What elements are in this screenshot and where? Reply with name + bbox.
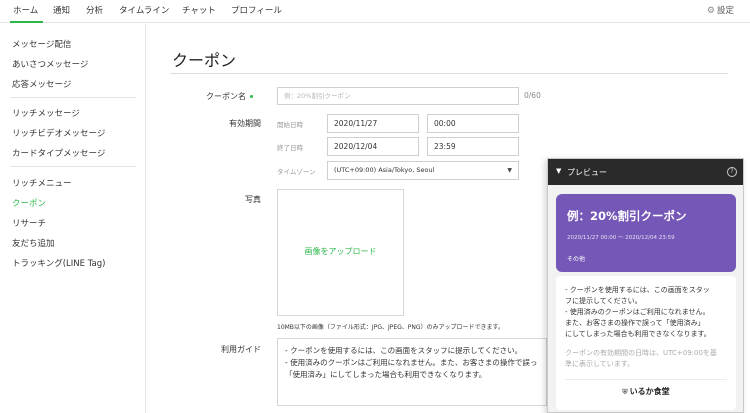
sidebar-item-rich-menu[interactable]: リッチメニュー bbox=[12, 177, 72, 189]
coupon-name-counter: 0/60 bbox=[524, 91, 541, 100]
sidebar-item-rich-video-message[interactable]: リッチビデオメッセージ bbox=[12, 127, 105, 139]
upload-note: 10MB以下の画像（ファイル形式：JPG、JPEG、PNG）のみアップロードでき… bbox=[277, 324, 504, 331]
guide-line: 「使用済み」にしてしまった場合も利用できなくなります。 bbox=[285, 370, 487, 379]
coupon-preview-title: 例：20%割引クーポン bbox=[567, 209, 687, 223]
preview-header[interactable]: ▼ プレビュー ? bbox=[548, 159, 743, 185]
period-label: 有効期間 bbox=[229, 119, 261, 128]
settings-button[interactable]: ⚙ 設定 bbox=[707, 0, 734, 23]
sidebar-divider bbox=[10, 97, 136, 98]
detail-line: また、お客さまの操作で誤って「使用済み」 bbox=[565, 319, 705, 327]
detail-divider bbox=[565, 379, 727, 380]
upload-image-link[interactable]: 画像をアップロード bbox=[278, 246, 403, 257]
coupon-preview-dates: 2020/11/27 00:00 ～ 2020/12/04 23:59 bbox=[567, 235, 675, 241]
sidebar-item-rich-message[interactable]: リッチメッセージ bbox=[12, 107, 80, 119]
coupon-preview-category: その他 bbox=[567, 256, 586, 263]
tab-profile[interactable]: プロフィール bbox=[231, 0, 282, 23]
shield-icon: ⛨ bbox=[622, 388, 628, 396]
shop-name: ⛨ いるか食堂 bbox=[556, 386, 736, 397]
end-time-input[interactable]: 23:59 bbox=[427, 137, 519, 156]
caret-down-icon[interactable]: ▼ bbox=[556, 167, 561, 175]
tab-chat[interactable]: チャット bbox=[182, 0, 216, 23]
start-time-input[interactable]: 00:00 bbox=[427, 114, 519, 133]
sidebar: メッセージ配信 あいさつメッセージ 応答メッセージ リッチメッセージ リッチビデ… bbox=[0, 24, 146, 413]
photo-label: 写真 bbox=[245, 195, 261, 204]
chevron-down-icon: ▼ bbox=[507, 167, 512, 174]
preview-panel: ▼ プレビュー ? 例：20%割引クーポン 2020/11/27 00:00 ～… bbox=[547, 158, 744, 413]
guide-line: - 使用済みのクーポンはご利用になれません。また、お客さまの操作で誤っ bbox=[285, 358, 538, 367]
gear-icon: ⚙ bbox=[706, 6, 715, 16]
sidebar-item-greeting-message[interactable]: あいさつメッセージ bbox=[12, 58, 88, 70]
shop-name-text: いるか食堂 bbox=[629, 387, 670, 396]
timezone-note: 準に表示しています。 bbox=[565, 360, 635, 368]
coupon-name-input[interactable]: 例：20%割引クーポン bbox=[277, 87, 519, 105]
top-nav: ホーム 通知 分析 タイムライン チャット プロフィール ⚙ 設定 bbox=[0, 0, 750, 23]
sidebar-divider bbox=[10, 166, 136, 167]
start-date-input[interactable]: 2020/11/27 bbox=[327, 114, 419, 133]
start-datetime-label: 開始日時 bbox=[277, 121, 303, 129]
title-divider bbox=[170, 73, 728, 74]
preview-title: プレビュー bbox=[567, 168, 607, 177]
detail-line: フに提示してください。 bbox=[565, 297, 642, 305]
sidebar-item-tracking[interactable]: トラッキング(LINE Tag) bbox=[12, 257, 105, 269]
image-upload-area[interactable]: 画像をアップロード bbox=[277, 189, 404, 316]
sidebar-item-auto-reply[interactable]: 応答メッセージ bbox=[12, 78, 71, 90]
coupon-preview-card: 例：20%割引クーポン 2020/11/27 00:00 ～ 2020/12/0… bbox=[556, 194, 736, 272]
timezone-value: (UTC+09:00) Asia/Tokyo, Seoul bbox=[334, 166, 435, 174]
page-title: クーポン bbox=[172, 51, 237, 70]
usage-guide-label: 利用ガイド bbox=[221, 345, 261, 354]
detail-line: - クーポンを使用するには、この画面をスタッ bbox=[565, 286, 710, 294]
coupon-name-label: クーポン名 bbox=[163, 91, 253, 102]
timezone-select[interactable]: (UTC+09:00) Asia/Tokyo, Seoul ▼ bbox=[327, 161, 519, 180]
preview-body: 例：20%割引クーポン 2020/11/27 00:00 ～ 2020/12/0… bbox=[548, 185, 743, 412]
settings-label: 設定 bbox=[716, 6, 734, 16]
timezone-label: タイムゾーン bbox=[277, 168, 316, 176]
end-datetime-label: 終了日時 bbox=[277, 144, 303, 152]
end-date-input[interactable]: 2020/12/04 bbox=[327, 137, 419, 156]
required-indicator bbox=[250, 95, 253, 98]
tab-analysis[interactable]: 分析 bbox=[86, 0, 103, 23]
sidebar-item-coupon[interactable]: クーポン bbox=[12, 197, 46, 209]
help-icon[interactable]: ? bbox=[727, 167, 737, 177]
timezone-note: クーポンの有効期間の日時は、UTC+09:00を基 bbox=[565, 349, 717, 357]
sidebar-item-message-delivery[interactable]: メッセージ配信 bbox=[12, 38, 71, 50]
tab-home[interactable]: ホーム bbox=[10, 0, 43, 23]
sidebar-item-research[interactable]: リサーチ bbox=[12, 217, 46, 229]
coupon-preview-details: - クーポンを使用するには、この画面をスタッ フに提示してください。 - 使用済… bbox=[556, 276, 736, 410]
detail-line: - 使用済みのクーポンはご利用になれません。 bbox=[565, 308, 710, 316]
tab-notifications[interactable]: 通知 bbox=[53, 0, 70, 23]
coupon-name-label-text: クーポン名 bbox=[206, 92, 246, 101]
sidebar-item-card-message[interactable]: カードタイプメッセージ bbox=[12, 147, 105, 159]
tab-timeline[interactable]: タイムライン bbox=[119, 0, 169, 23]
detail-line: にしてしまった場合も利用できなくなります。 bbox=[565, 330, 711, 338]
sidebar-item-add-friends[interactable]: 友だち追加 bbox=[12, 237, 55, 249]
usage-guide-textarea[interactable]: - クーポンを使用するには、この画面をスタッフに提示してください。 - 使用済み… bbox=[277, 338, 547, 406]
guide-line: - クーポンを使用するには、この画面をスタッフに提示してください。 bbox=[285, 346, 523, 355]
